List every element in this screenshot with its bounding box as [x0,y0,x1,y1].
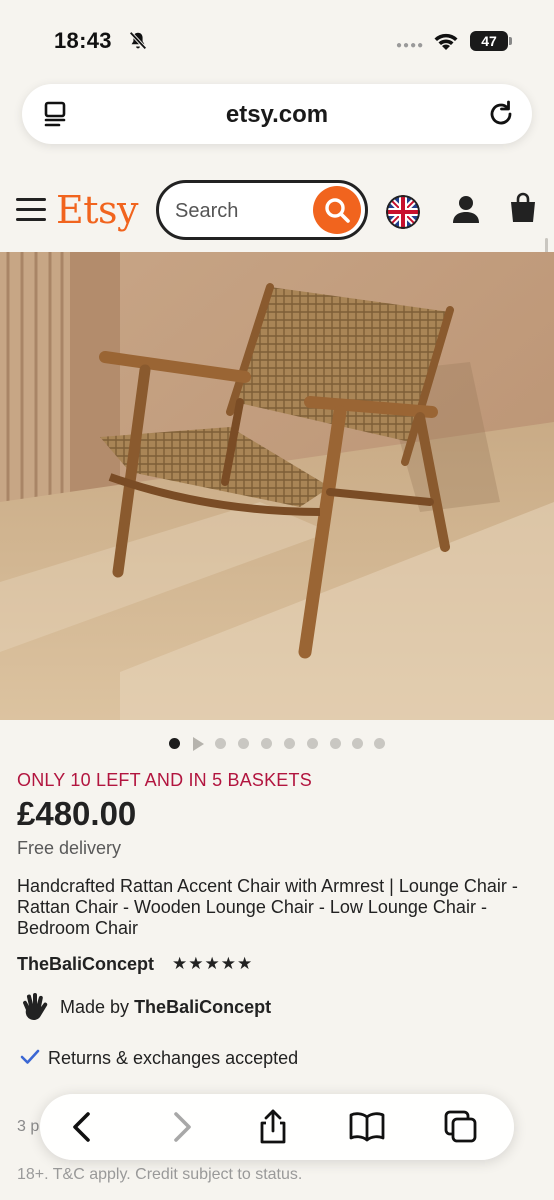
battery-icon: 47 [470,31,512,51]
status-bar: 18:43 ●●●● 47 [0,0,554,80]
credit-terms: 18+. T&C apply. Credit subject to status… [17,1166,303,1183]
carousel-dot[interactable] [169,738,180,749]
shop-name-link[interactable]: TheBaliConcept [17,954,154,975]
carousel-dot[interactable] [374,738,385,749]
hand-icon [22,993,48,1021]
carousel-dot[interactable] [330,738,341,749]
returns-text: Returns & exchanges accepted [48,1048,299,1068]
account-icon[interactable] [451,194,481,224]
bookmarks-icon[interactable] [348,1108,386,1146]
forward-icon[interactable] [162,1108,200,1146]
product-title: Handcrafted Rattan Accent Chair with Arm… [17,876,518,938]
rating-stars[interactable]: ★★★★★ [172,954,253,974]
bell-muted-icon [129,31,147,50]
carousel-dot[interactable] [352,738,363,749]
chair-photo [0,252,554,720]
product-price: £480.00 [17,795,137,832]
site-header: Etsy Search [0,176,554,246]
cart-icon[interactable] [508,192,538,224]
tabs-icon[interactable] [442,1108,480,1146]
uk-flag-icon[interactable] [386,195,420,229]
image-carousel-dots[interactable] [0,736,554,752]
wifi-icon [434,33,458,50]
made-by-label: Made by [60,997,130,1017]
search-button[interactable] [313,186,361,234]
etsy-logo[interactable]: Etsy [56,188,138,232]
carousel-dot[interactable] [307,738,318,749]
delivery-info: Free delivery [17,838,122,858]
carousel-dot[interactable] [284,738,295,749]
check-icon [20,1049,40,1064]
search-placeholder[interactable]: Search [175,200,238,223]
address-bar[interactable]: etsy.com [22,84,532,144]
video-play-icon[interactable] [193,737,204,751]
back-icon[interactable] [64,1108,102,1146]
url-text[interactable]: etsy.com [22,101,532,129]
reload-icon[interactable] [486,99,516,129]
signal-icon: ●●●● [396,40,425,51]
carousel-dot[interactable] [261,738,272,749]
share-icon[interactable] [254,1108,292,1146]
product-image[interactable] [0,252,554,720]
search-field[interactable]: Search [156,180,368,240]
search-icon [325,198,350,223]
menu-icon[interactable] [16,198,46,222]
carousel-dot[interactable] [215,738,226,749]
status-time: 18:43 [54,28,112,53]
carousel-dot[interactable] [238,738,249,749]
browser-toolbar [40,1094,514,1160]
stock-notice: ONLY 10 LEFT AND IN 5 BASKETS [17,770,312,790]
made-by-shop-link[interactable]: TheBaliConcept [134,997,271,1017]
